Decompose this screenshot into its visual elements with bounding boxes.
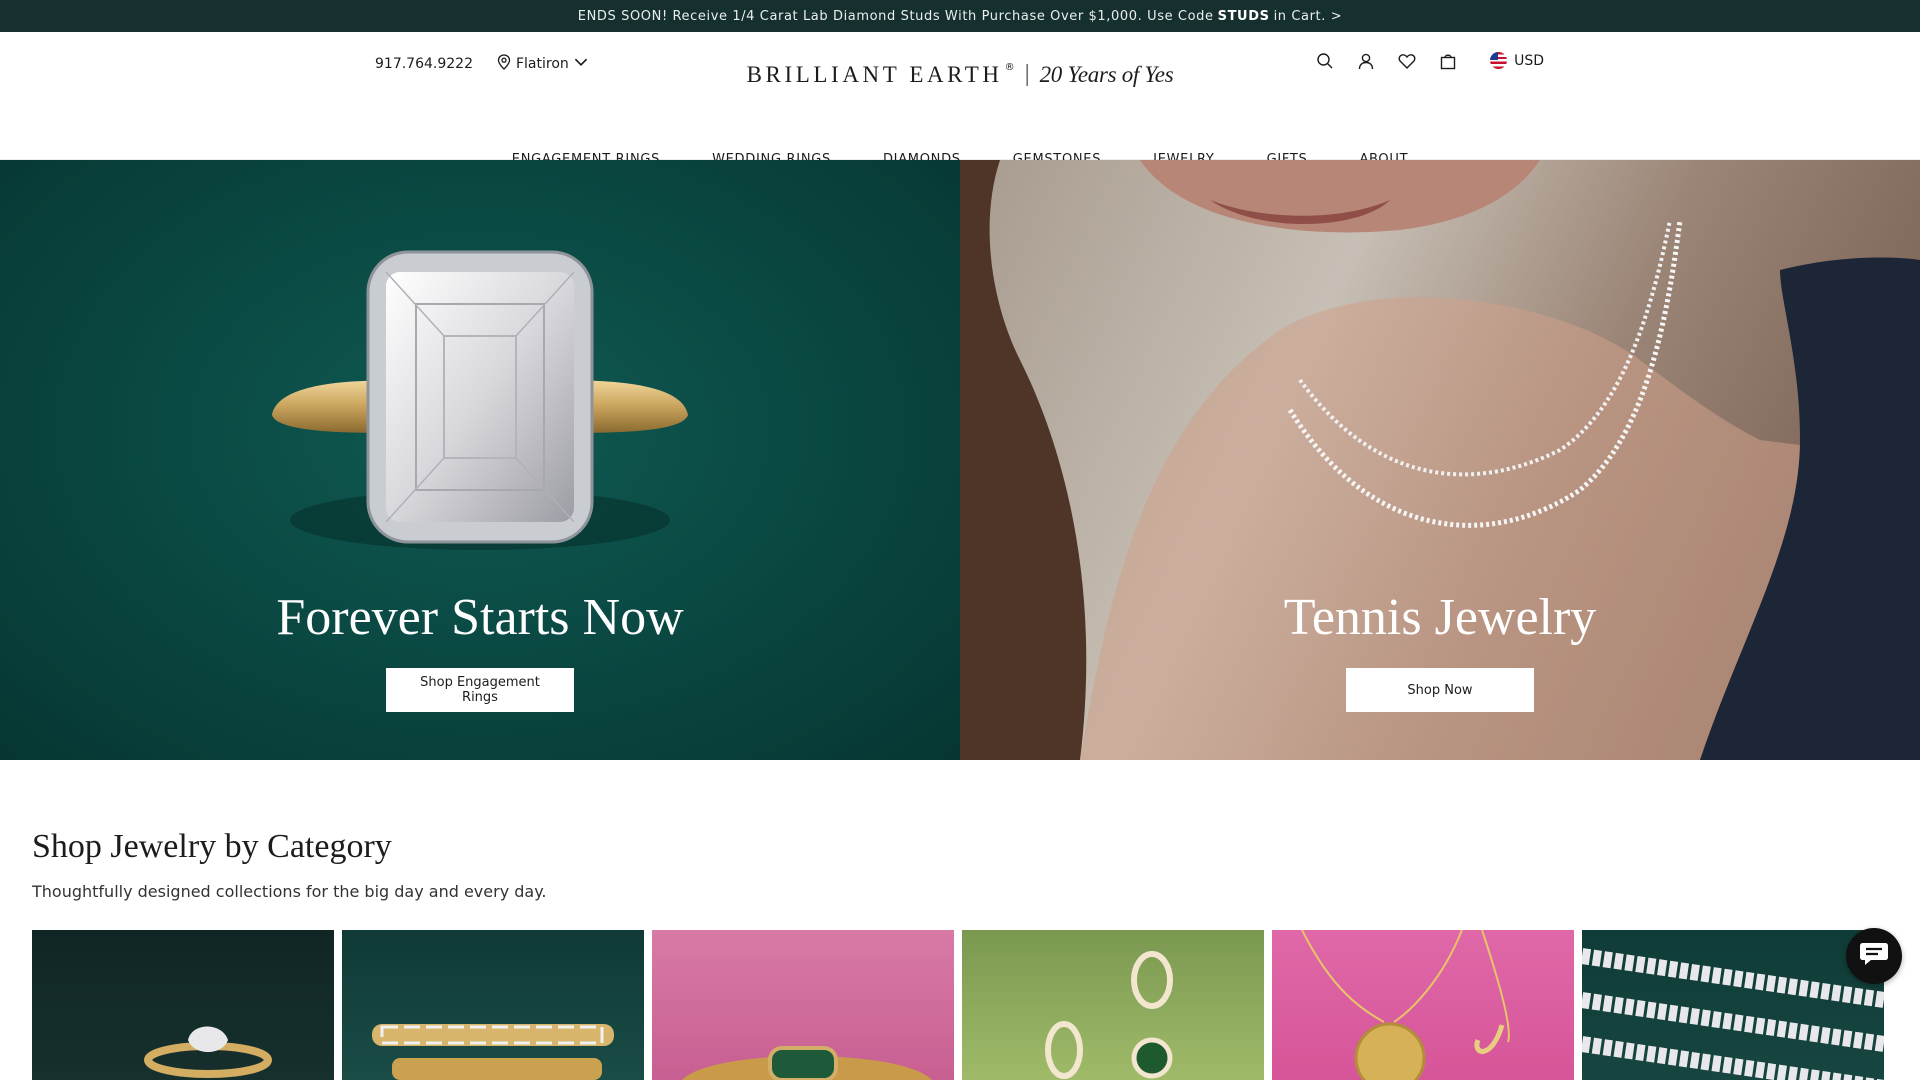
hero-left-title: Forever Starts Now (276, 589, 684, 646)
category-tiles (32, 930, 1884, 1080)
logo-wordmark: BRILLIANT EARTH (746, 62, 1003, 87)
registered-mark: ® (1004, 62, 1015, 73)
location-label: Flatiron (515, 56, 569, 72)
site-header: 917.764.9222 Flatiron BRILLIANT EARTH ® … (0, 32, 1920, 167)
category-image (144, 1026, 272, 1078)
location-selector[interactable]: Flatiron (497, 54, 588, 74)
category-tile-gemstone-rings[interactable] (652, 930, 954, 1080)
phone-link[interactable]: 917.764.9222 (375, 56, 473, 72)
category-image (1045, 951, 1173, 1079)
category-image (682, 1046, 932, 1080)
header-left: 917.764.9222 Flatiron (375, 54, 588, 74)
category-tile-wedding-rings[interactable] (342, 930, 644, 1080)
promo-text-end: in Cart. > (1273, 8, 1343, 24)
search-icon[interactable] (1314, 50, 1335, 71)
promo-banner[interactable]: ENDS SOON! Receive 1/4 Carat Lab Diamond… (0, 0, 1920, 32)
chat-bubble-icon (1859, 941, 1889, 971)
category-section-subtitle: Thoughtfully designed collections for th… (32, 882, 547, 901)
shop-now-button[interactable]: Shop Now (1346, 668, 1534, 712)
chat-button[interactable] (1846, 928, 1902, 984)
us-flag-icon (1490, 52, 1508, 69)
shopping-bag-icon[interactable] (1437, 50, 1458, 71)
promo-text: ENDS SOON! Receive 1/4 Carat Lab Diamond… (577, 8, 1214, 24)
currency-label: USD (1514, 52, 1544, 69)
shop-engagement-rings-button[interactable]: Shop Engagement Rings (386, 668, 574, 712)
chevron-down-icon (574, 54, 588, 74)
account-icon[interactable] (1355, 50, 1376, 71)
wishlist-heart-icon[interactable] (1396, 50, 1417, 71)
promo-code: STUDS (1217, 8, 1270, 24)
category-tile-necklaces[interactable] (1272, 930, 1574, 1080)
hero-right-title: Tennis Jewelry (1283, 589, 1597, 646)
category-image (1301, 930, 1510, 1080)
category-image (1582, 948, 1884, 1080)
header-actions: USD (1314, 50, 1544, 71)
logo-tagline: 20 Years of Yes (1039, 62, 1174, 87)
currency-selector[interactable]: USD (1490, 52, 1544, 69)
category-tile-bracelets[interactable] (1582, 930, 1884, 1080)
category-tile-earrings[interactable] (962, 930, 1264, 1080)
logo-divider (1026, 64, 1028, 86)
brand-logo[interactable]: BRILLIANT EARTH ® 20 Years of Yes (747, 62, 1174, 88)
hero-tennis-panel[interactable]: Tennis Jewelry Shop Now (960, 160, 1920, 760)
hero-engagement-panel[interactable]: Forever Starts Now Shop Engagement Rings (0, 160, 960, 760)
engagement-ring-image (272, 250, 688, 550)
category-tile-engagement-rings[interactable] (32, 930, 334, 1080)
category-image (372, 1024, 614, 1080)
hero-section: Forever Starts Now Shop Engagement Rings… (0, 160, 1920, 760)
location-pin-icon (497, 54, 511, 74)
category-section-title: Shop Jewelry by Category (32, 828, 392, 865)
